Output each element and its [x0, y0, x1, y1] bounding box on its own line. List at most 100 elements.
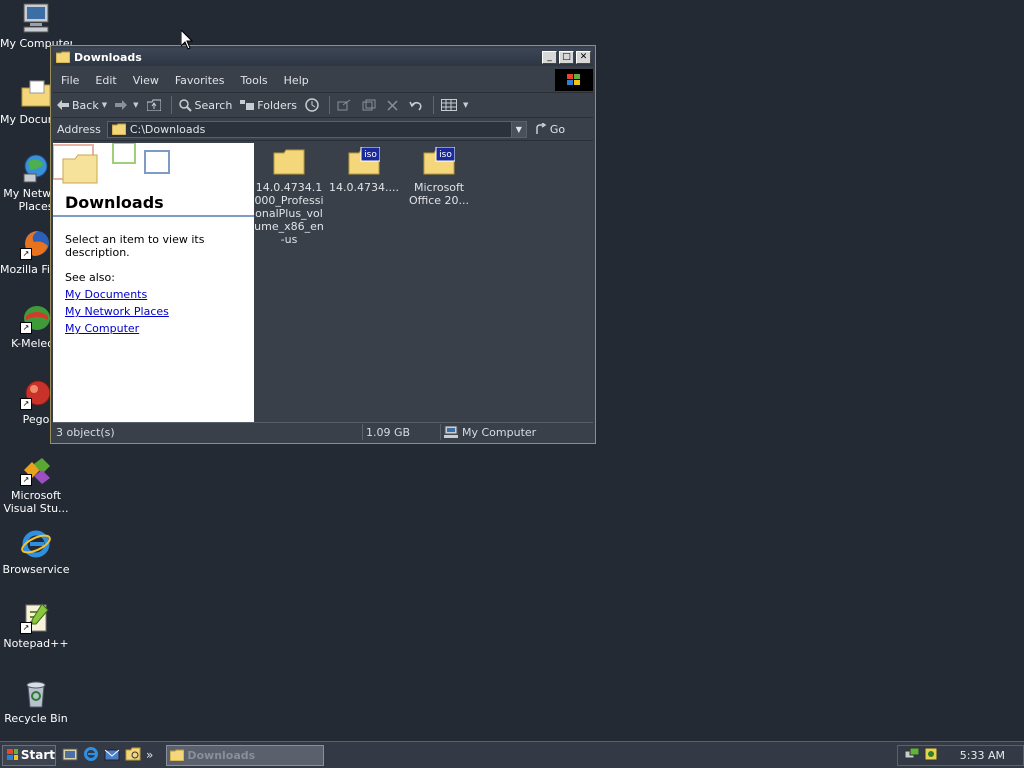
- address-dropdown-button[interactable]: ▼: [510, 121, 526, 137]
- menu-favorites[interactable]: Favorites: [167, 74, 233, 87]
- task-pane-title: Downloads: [65, 193, 164, 212]
- security-tray-icon[interactable]: [924, 747, 938, 764]
- window-title: Downloads: [74, 50, 142, 64]
- back-label: Back: [72, 98, 99, 112]
- forward-button[interactable]: ▼: [111, 95, 142, 115]
- address-value: C:\Downloads: [129, 122, 206, 136]
- title-bar[interactable]: Downloads _ □ ✕: [53, 48, 593, 66]
- chevron-down-icon[interactable]: ▼: [463, 101, 468, 109]
- back-arrow-icon: [57, 100, 69, 110]
- explorer-window: Downloads _ □ ✕ File Edit View Favorites…: [50, 45, 596, 444]
- firefox-icon: ↗: [20, 228, 52, 260]
- start-label: Start: [20, 748, 55, 762]
- toolbar-separator: [170, 96, 172, 114]
- address-bar: Address C:\Downloads ▼ Go: [53, 118, 593, 141]
- show-desktop-icon[interactable]: [62, 746, 78, 765]
- desktop-icon-notepad-plus-plus[interactable]: ↗ Notepad++: [0, 602, 72, 650]
- recycle-bin-icon: [20, 677, 52, 709]
- file-name: 14.0.4734.1000_ProfessionalPlus_volume_x…: [254, 181, 324, 246]
- link-my-documents[interactable]: My Documents: [65, 288, 254, 301]
- up-folder-button[interactable]: [143, 95, 168, 115]
- file-item-iso[interactable]: iso Microsoft Office 20...: [404, 146, 474, 207]
- file-name: Microsoft Office 20...: [408, 181, 470, 207]
- internet-explorer-icon: [20, 528, 52, 560]
- history-clock-icon: [305, 98, 319, 112]
- taskbar: Start » Downloads 5:33 AM: [0, 741, 1024, 768]
- address-input[interactable]: C:\Downloads ▼: [106, 120, 527, 138]
- go-arrow-icon: [536, 123, 547, 134]
- iso-file-icon: iso: [348, 146, 381, 175]
- start-button[interactable]: Start: [2, 744, 56, 766]
- menu-edit[interactable]: Edit: [87, 74, 124, 87]
- copy-to-button[interactable]: [358, 95, 383, 115]
- search-label: Search: [194, 98, 233, 112]
- desktop-icon-my-computer[interactable]: My Computer: [0, 2, 72, 50]
- folder-icon: [273, 147, 305, 175]
- internet-explorer-icon[interactable]: [83, 746, 99, 765]
- link-my-network-places[interactable]: My Network Places: [65, 305, 254, 318]
- search-button[interactable]: Search: [175, 95, 237, 115]
- task-pane: Downloads Select an item to view its des…: [53, 143, 254, 422]
- desktop-icon-recycle-bin[interactable]: Recycle Bin: [0, 677, 72, 725]
- folder-icon: [170, 749, 185, 761]
- menu-view[interactable]: View: [125, 74, 167, 87]
- address-label: Address: [57, 122, 101, 136]
- system-tray: 5:33 AM: [896, 744, 1024, 766]
- back-button[interactable]: Back ▼: [53, 95, 111, 115]
- quick-launch-overflow[interactable]: »: [146, 748, 153, 762]
- iso-file-icon: iso: [423, 146, 456, 175]
- taskbar-item-label: Downloads: [187, 748, 256, 762]
- menu-bar: File Edit View Favorites Tools Help: [53, 68, 593, 93]
- folder-icon: [55, 51, 71, 64]
- pego-icon: ↗: [20, 378, 52, 410]
- delete-x-icon: [387, 99, 398, 111]
- undo-button[interactable]: [405, 95, 430, 115]
- shortcut-arrow-icon: ↗: [20, 622, 32, 634]
- undo-icon: [409, 101, 422, 111]
- up-folder-icon: [146, 99, 161, 111]
- documents-folder-icon: [20, 78, 52, 110]
- svg-text:iso: iso: [439, 150, 452, 160]
- menu-file[interactable]: File: [53, 74, 87, 87]
- folder-banner-icon: [53, 143, 170, 184]
- menu-help[interactable]: Help: [276, 74, 317, 87]
- toolbar-separator: [329, 96, 331, 114]
- clock[interactable]: 5:33 AM: [960, 749, 1005, 762]
- minimize-button[interactable]: _: [542, 50, 557, 64]
- chevron-down-icon[interactable]: ▼: [102, 101, 107, 109]
- content-area: Downloads Select an item to view its des…: [53, 143, 593, 422]
- move-to-button[interactable]: [333, 95, 358, 115]
- taskbar-item-downloads[interactable]: Downloads: [166, 744, 325, 766]
- maximize-button[interactable]: □: [559, 50, 574, 64]
- file-item-iso[interactable]: iso 14.0.4734....: [329, 146, 399, 194]
- copy-to-icon: [362, 99, 376, 111]
- desktop-icon-visual-studio[interactable]: ↗ Microsoft Visual Stu...: [0, 454, 72, 515]
- menu-tools[interactable]: Tools: [233, 74, 276, 87]
- link-my-computer[interactable]: My Computer: [65, 322, 254, 335]
- svg-text:iso: iso: [364, 150, 377, 160]
- see-also-label: See also:: [65, 271, 115, 284]
- close-button[interactable]: ✕: [576, 50, 591, 64]
- desktop-icon-browservice[interactable]: Browservice: [0, 528, 72, 576]
- windows-explorer-icon[interactable]: [125, 746, 141, 765]
- go-button[interactable]: Go: [535, 123, 565, 136]
- task-pane-header: Downloads: [53, 143, 254, 217]
- delete-button[interactable]: [383, 95, 405, 115]
- views-button[interactable]: ▼: [437, 95, 472, 115]
- mouse-cursor-icon: [181, 30, 193, 50]
- folders-icon: [240, 100, 255, 110]
- desktop-icon-label: Notepad++: [3, 637, 69, 650]
- shortcut-arrow-icon: ↗: [20, 322, 32, 334]
- computer-icon: [444, 426, 458, 438]
- notepad-plus-plus-icon: ↗: [20, 602, 52, 634]
- outlook-express-icon[interactable]: [104, 746, 120, 765]
- network-tray-icon[interactable]: [904, 747, 920, 764]
- forward-arrow-icon: [115, 100, 128, 110]
- history-button[interactable]: [301, 95, 326, 115]
- file-item-folder[interactable]: 14.0.4734.1000_ProfessionalPlus_volume_x…: [254, 147, 324, 246]
- chevron-down-icon[interactable]: ▼: [133, 101, 138, 109]
- status-objects: 3 object(s): [53, 424, 363, 440]
- desktop-icon-label: Recycle Bin: [4, 712, 68, 725]
- folders-button[interactable]: Folders: [236, 95, 301, 115]
- toolbar-separator: [433, 96, 435, 114]
